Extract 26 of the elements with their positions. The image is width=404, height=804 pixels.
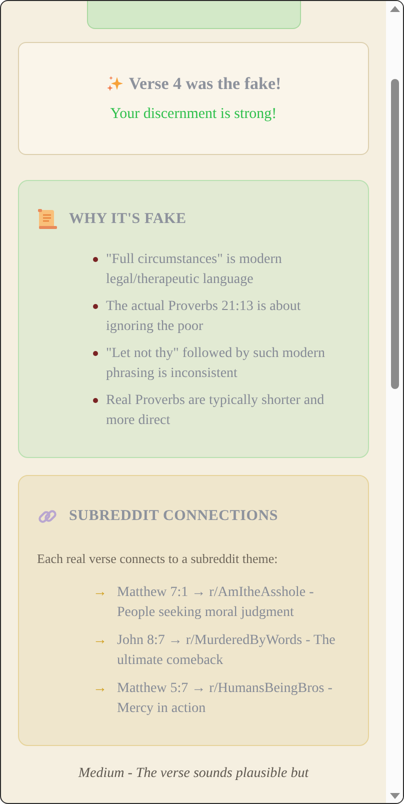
scroll-up-icon[interactable]: [390, 6, 400, 12]
reason-text: "Let not thy" followed by such modern phrasing is inconsistent: [106, 345, 326, 383]
result-title: Verse 4 was the fake!: [128, 74, 282, 94]
bullet-icon: [93, 257, 98, 262]
connection-text: Matthew 7:1 → r/AmItheAsshole - People seeking moral judgment: [117, 584, 315, 622]
connection-text: John 8:7 → r/MurderedByWords - The ultimate comeback: [117, 632, 336, 670]
connection-text: Matthew 5:7 → r/HumansBeingBros - Mercy in action: [117, 680, 334, 718]
reason-text: The actual Proverbs 21:13 is about ignoring the poor: [106, 298, 302, 336]
scroll-down-icon[interactable]: [390, 793, 400, 799]
scrollbar[interactable]: [386, 1, 403, 803]
scroll-thumb[interactable]: [390, 79, 398, 389]
sparkle-icon: [106, 75, 124, 93]
intro-text: Each real verse connects to a subreddit theme:: [37, 551, 279, 567]
reason-text: Real Proverbs are typically shorter and more direct: [106, 392, 326, 430]
arrow-icon: →: [93, 583, 109, 603]
result-message: Your discernment is strong!: [110, 106, 277, 123]
arrow-icon: →: [93, 679, 109, 699]
reason-text: "Full circumstances" is modern legal/therapeutic language: [106, 251, 283, 289]
difficulty-text: Medium - The verse sounds plausible but: [77, 766, 310, 782]
bullet-icon: [93, 304, 98, 309]
arrow-icon: →: [93, 631, 109, 651]
bullet-icon: [93, 398, 98, 403]
section-title: SUBREDDIT CONNECTIONS: [69, 508, 278, 525]
scroll-icon: [37, 209, 58, 230]
bullet-icon: [93, 351, 98, 356]
section-title: WHY IT'S FAKE: [69, 211, 186, 228]
